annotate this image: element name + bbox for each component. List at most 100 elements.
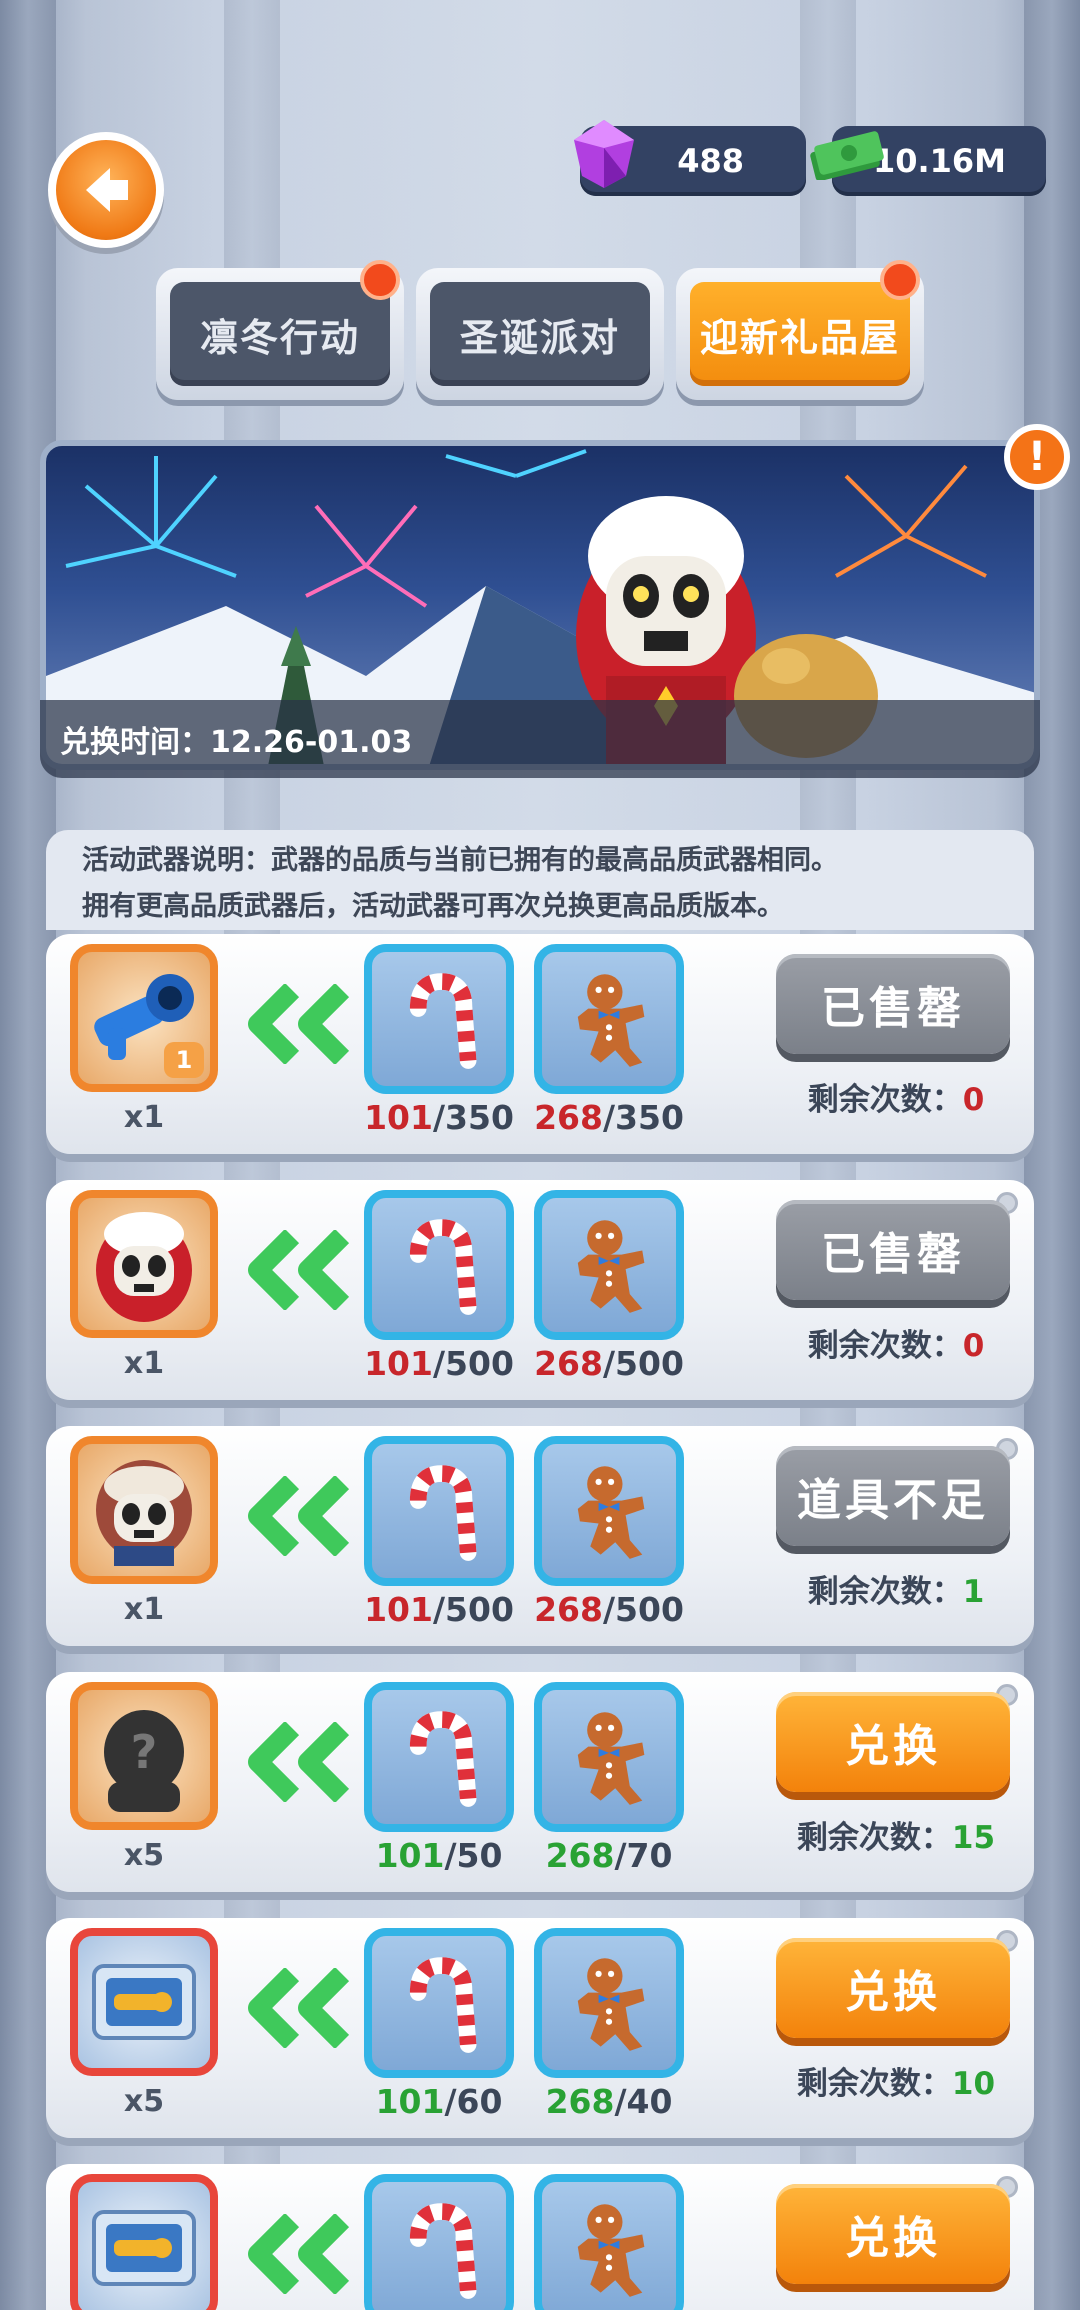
gingerbread-count: 268/40 — [524, 2082, 694, 2121]
candy-cane-icon — [409, 1219, 477, 1315]
material-candy-cane[interactable] — [364, 944, 514, 1094]
material-gingerbread[interactable] — [534, 1436, 684, 1586]
santa-skull-character-icon — [96, 1212, 192, 1322]
owned-amount: 268 — [545, 1836, 615, 1875]
reward-item[interactable]: 1 — [70, 944, 218, 1092]
remaining-times: 剩余次数：0 — [746, 1074, 1046, 1119]
material-candy-cane[interactable] — [364, 2174, 514, 2310]
material-gingerbread[interactable] — [534, 1682, 684, 1832]
owned-amount: 101 — [364, 1098, 433, 1137]
mystery-character-icon: ? — [104, 1710, 184, 1812]
exchange-button[interactable]: 兑换 — [776, 1692, 1010, 1792]
reward-item[interactable] — [70, 1190, 218, 1338]
tab-label: 迎新礼品屋 — [690, 282, 910, 386]
gingerbread-count: 268/500 — [524, 1590, 694, 1629]
owned-amount: 268 — [534, 1098, 603, 1137]
remaining-times: 剩余次数：15 — [746, 1812, 1046, 1857]
unavailable-button[interactable]: 已售罄 — [776, 1200, 1010, 1300]
owned-amount: 101 — [364, 1344, 433, 1383]
description-line-1: 活动武器说明：武器的品质与当前已拥有的最高品质武器相同。 — [82, 845, 838, 876]
reward-quantity: x1 — [123, 1100, 165, 1135]
remaining-count: 0 — [962, 1328, 985, 1364]
reward-quantity: x5 — [123, 2084, 165, 2119]
candy-cane-icon — [409, 1465, 477, 1561]
weapon-crate-icon — [92, 1964, 196, 2040]
required-amount: /70 — [614, 1836, 673, 1875]
required-amount: /350 — [602, 1098, 684, 1137]
description-line-2: 拥有更高品质武器后，活动武器可再次兑换更高品质版本。 — [82, 891, 784, 922]
required-amount: /500 — [432, 1590, 514, 1629]
hooded-skull-character-icon — [96, 1460, 192, 1566]
owned-amount: 268 — [534, 1344, 603, 1383]
gingerbread-man-icon — [577, 1466, 645, 1559]
candy-cane-icon — [409, 973, 477, 1069]
info-icon: ! — [1027, 434, 1047, 480]
required-amount: /500 — [432, 1344, 514, 1383]
material-gingerbread[interactable] — [534, 1928, 684, 2078]
tab-christmas-party[interactable]: 圣诞派对 — [416, 268, 664, 400]
reward-quantity: x5 — [123, 1838, 165, 1873]
exchange-row: x1 101/500 268/500 已售罄 剩余次数：0 — [46, 1180, 1034, 1400]
remaining-times: 剩余次数：1 — [746, 1566, 1046, 1611]
double-chevron-left-icon — [248, 1230, 350, 1310]
unavailable-button[interactable]: 已售罄 — [776, 954, 1010, 1054]
reward-item[interactable] — [70, 1436, 218, 1584]
candy-cane-count: 101/500 — [354, 1590, 524, 1629]
candy-cane-icon — [409, 1957, 477, 2053]
remaining-times: 剩余次数：10 — [746, 2058, 1046, 2103]
material-candy-cane[interactable] — [364, 1928, 514, 2078]
owned-amount: 268 — [534, 1590, 603, 1629]
tab-new-year-gift-house[interactable]: 迎新礼品屋 — [676, 260, 924, 400]
required-amount: /40 — [614, 2082, 673, 2121]
reward-item[interactable]: ? — [70, 1682, 218, 1830]
exchange-row: x5 101/60 268/40 兑换 剩余次数：10 — [46, 1918, 1034, 2138]
material-candy-cane[interactable] — [364, 1436, 514, 1586]
double-chevron-left-icon — [248, 1722, 350, 1802]
unavailable-button[interactable]: 道具不足 — [776, 1446, 1010, 1546]
exchange-button[interactable]: 兑换 — [776, 2184, 1010, 2284]
tab-label: 圣诞派对 — [430, 282, 650, 386]
event-weapon-description: 活动武器说明：武器的品质与当前已拥有的最高品质武器相同。 拥有更高品质武器后，活… — [46, 830, 1034, 930]
double-chevron-left-icon — [248, 1968, 350, 2048]
reward-quantity: x1 — [123, 1592, 165, 1627]
candy-cane-count: 101/60 — [354, 2082, 524, 2121]
material-gingerbread[interactable] — [534, 944, 684, 1094]
remaining-label: 剩余次数： — [807, 1328, 963, 1364]
candy-cane-count: 101/500 — [354, 1344, 524, 1383]
exchange-button[interactable]: 兑换 — [776, 1938, 1010, 2038]
owned-amount: 101 — [375, 2082, 445, 2121]
gingerbread-man-icon — [577, 2204, 645, 2297]
material-candy-cane[interactable] — [364, 1190, 514, 1340]
svg-text:?: ? — [131, 1725, 158, 1779]
exchange-time: 兑换时间：12.26-01.03 — [40, 700, 1040, 778]
double-chevron-left-icon — [248, 1476, 350, 1556]
cash-stack-icon — [810, 131, 884, 180]
gem-amount: 488 — [677, 142, 744, 180]
candy-cane-icon — [409, 1711, 477, 1807]
material-gingerbread[interactable] — [534, 1190, 684, 1340]
remaining-label: 剩余次数： — [796, 1820, 952, 1856]
info-button[interactable]: ! — [1004, 424, 1070, 490]
reward-item[interactable] — [70, 1928, 218, 2076]
reward-level-badge: 1 — [164, 1042, 204, 1078]
exchange-row: 1 x1 101/350 268/350 已售罄 剩余次数：0 — [46, 934, 1034, 1154]
back-button[interactable] — [48, 132, 164, 248]
notification-dot — [880, 260, 920, 300]
arrow-left-icon — [86, 168, 128, 212]
gingerbread-man-icon — [577, 974, 645, 1067]
exchange-row: 兑换 — [46, 2164, 1034, 2310]
material-gingerbread[interactable] — [534, 2174, 684, 2310]
tab-winter-operation[interactable]: 凛冬行动 — [156, 260, 404, 400]
candy-cane-icon — [409, 2203, 477, 2299]
remaining-label: 剩余次数： — [807, 1574, 963, 1610]
gingerbread-man-icon — [577, 1220, 645, 1313]
material-candy-cane[interactable] — [364, 1682, 514, 1832]
owned-amount: 268 — [545, 2082, 615, 2121]
reward-item[interactable] — [70, 2174, 218, 2310]
remaining-label: 剩余次数： — [796, 2066, 952, 2102]
candy-cane-count: 101/50 — [354, 1836, 524, 1875]
gingerbread-man-icon — [577, 1712, 645, 1805]
weapon-crate-icon — [92, 2210, 196, 2286]
remaining-count: 15 — [951, 1820, 996, 1856]
gem-icon — [574, 120, 634, 188]
